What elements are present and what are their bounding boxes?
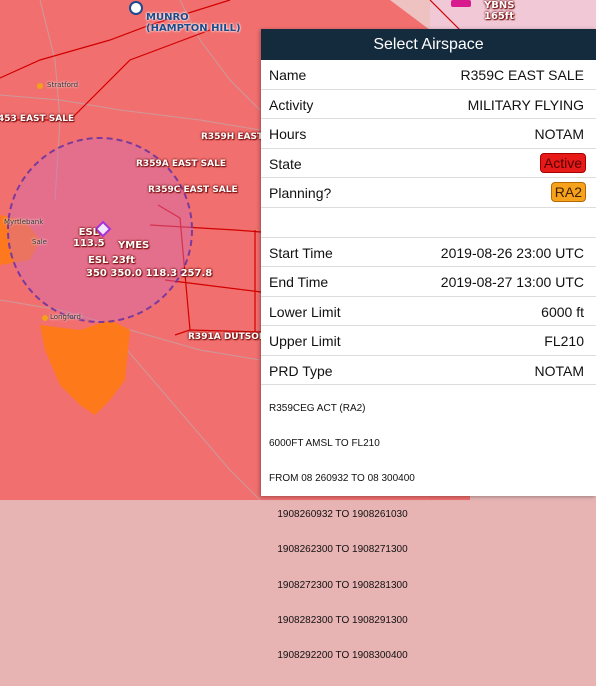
notam-line: 1908272300 TO 1908281300 xyxy=(269,579,408,591)
prd-type-value: NOTAM xyxy=(534,362,584,379)
notam-line: 1908282300 TO 1908291300 xyxy=(269,614,408,626)
notam-line: 6000FT AMSL TO FL210 xyxy=(269,437,380,449)
notam-line: R359CEG ACT (RA2) xyxy=(269,402,366,414)
row-label: Upper Limit xyxy=(269,333,341,349)
end-time-value: 2019-08-27 13:00 UTC xyxy=(440,274,584,290)
airport-ybns-icon[interactable] xyxy=(451,0,471,7)
map-label-munro: MUNRO (HAMPTON HILL) xyxy=(146,12,241,34)
notam-line: FROM 08 260932 TO 08 300400 xyxy=(269,473,415,485)
lower-limit-value: 6000 ft xyxy=(541,303,584,320)
map-label-r391a[interactable]: R391A DUTSON xyxy=(188,332,266,342)
planning-ra2-badge: RA2 xyxy=(550,182,586,202)
row-label: Name xyxy=(269,67,307,83)
row-upper-limit: Upper Limit FL210 xyxy=(261,326,596,356)
state-active-badge: Active xyxy=(539,152,586,173)
map-label-myrtlebank: Myrtlebank xyxy=(4,218,44,226)
notam-line: 1908262300 TO 1908271300 xyxy=(269,544,408,556)
select-airspace-panel: Select Airspace Name R359C EAST SALE Act… xyxy=(261,29,596,661)
row-planning: Planning? RA2 xyxy=(261,178,596,208)
town-dot-icon xyxy=(42,315,48,321)
map-label-east-sale: 453 EAST SALE xyxy=(0,114,75,124)
row-label: Lower Limit xyxy=(269,303,341,320)
map-label-sale: Sale xyxy=(32,238,47,246)
row-spacer xyxy=(261,208,596,238)
row-activity: Activity MILITARY FLYING xyxy=(261,90,596,119)
row-label: End Time xyxy=(269,274,329,290)
notam-text: R359CEG ACT (RA2) 6000FT AMSL TO FL210 F… xyxy=(269,379,415,686)
row-label: PRD Type xyxy=(269,362,333,379)
row-label: State xyxy=(269,155,302,172)
airspace-name-value: R359C EAST SALE xyxy=(460,67,584,83)
row-label: Planning? xyxy=(269,185,332,201)
map-label-r359a[interactable]: R359A EAST SALE xyxy=(136,159,226,169)
panel-title: Select Airspace xyxy=(261,29,596,60)
row-end-time: End Time 2019-08-27 13:00 UTC xyxy=(261,267,596,297)
map-label-longford: Longford xyxy=(50,313,81,321)
map-label-esl-elevation: ESL 23ft xyxy=(88,255,135,266)
upper-limit-value: FL210 xyxy=(544,333,584,349)
map-label-esl-navaid: ESL 113.5 xyxy=(73,227,105,249)
row-label: Activity xyxy=(269,96,314,113)
map-label-r359c[interactable]: R359C EAST SALE xyxy=(148,185,238,195)
hours-value: NOTAM xyxy=(534,126,584,142)
row-label: Hours xyxy=(269,126,307,142)
row-label: Start Time xyxy=(269,244,333,261)
airport-munro-icon[interactable] xyxy=(129,1,143,15)
row-lower-limit: Lower Limit 6000 ft xyxy=(261,297,596,326)
map-label-ybns: YBNS 165ft xyxy=(484,0,515,22)
row-hours: Hours NOTAM xyxy=(261,119,596,149)
notam-line: 1908292200 TO 1908300400 xyxy=(269,650,408,662)
activity-value: MILITARY FLYING xyxy=(467,96,584,113)
start-time-value: 2019-08-26 23:00 UTC xyxy=(440,244,584,261)
row-state: State Active xyxy=(261,149,596,178)
map-label-esl-frequencies: 350 350.0 118.3 257.8 xyxy=(86,268,213,279)
notam-line: 1908260932 TO 1908261030 xyxy=(269,508,408,520)
row-start-time: Start Time 2019-08-26 23:00 UTC xyxy=(261,238,596,267)
map-label-stratford: Stratford xyxy=(47,81,79,89)
map-label-ymes: YMES xyxy=(118,240,150,251)
town-dot-icon xyxy=(37,83,43,89)
row-name: Name R359C EAST SALE xyxy=(261,60,596,90)
